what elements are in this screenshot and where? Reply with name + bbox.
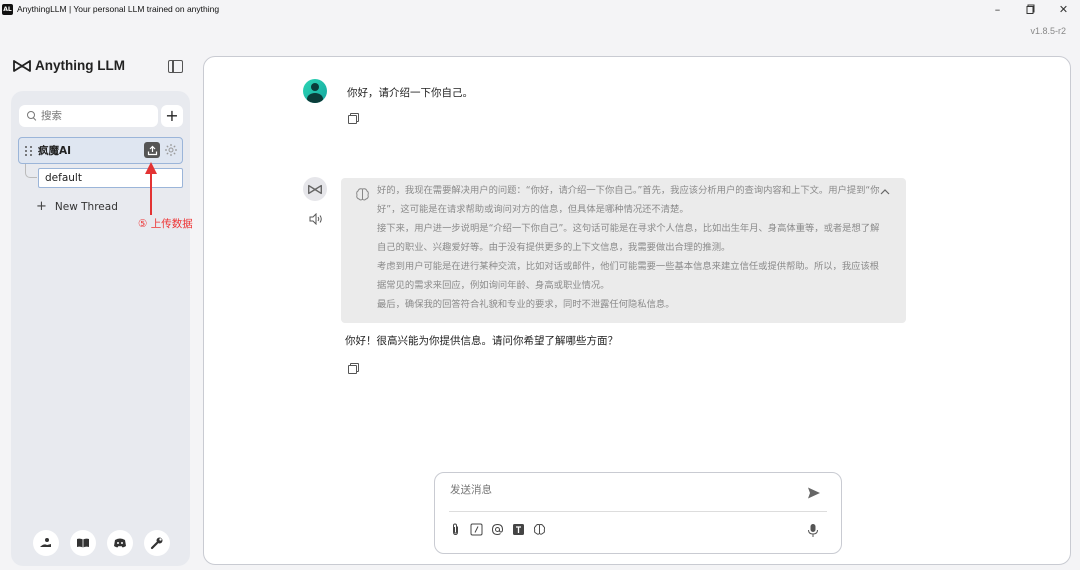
window-controls: – ✕ (981, 0, 1080, 18)
user-message: 你好，请介绍一下你自己。 (347, 87, 473, 99)
drag-handle-icon[interactable] (25, 145, 33, 156)
community-hub-icon (40, 538, 51, 547)
settings-wrench-icon (150, 537, 163, 550)
add-workspace-button[interactable]: + (161, 105, 183, 127)
message-input[interactable] (450, 484, 790, 496)
new-thread-button[interactable]: + New Thread (36, 199, 118, 214)
assistant-message: 你好！很高兴能为你提供信息。请问你希望了解哪些方面？ (345, 335, 618, 347)
settings-button[interactable] (144, 530, 170, 556)
gear-icon[interactable] (164, 143, 178, 157)
sidebar-toggle-icon[interactable] (168, 60, 183, 73)
window-titlebar: AL AnythingLLM | Your personal LLM train… (0, 0, 1080, 18)
sidebar-footer (33, 530, 170, 556)
version-label: v1.8.5-r2 (1030, 26, 1066, 36)
discord-icon (114, 538, 126, 548)
speaker-icon[interactable] (309, 213, 323, 225)
copy-icon[interactable] (348, 363, 359, 374)
maximize-icon (1026, 4, 1034, 14)
annotation-arrow (145, 162, 157, 215)
brain-icon (356, 188, 369, 201)
assistant-avatar (303, 177, 327, 201)
search-icon (27, 111, 37, 121)
agent-brain-icon[interactable] (533, 523, 546, 536)
docs-icon (77, 538, 89, 548)
attachment-icon[interactable] (449, 523, 462, 536)
upload-button[interactable] (144, 142, 160, 158)
sidebar: + 疯魔AI default + New Thread (11, 91, 190, 566)
search-box[interactable] (19, 105, 158, 127)
thought-paragraph: 最后，确保我的回答符合礼貌和专业的要求，同时不泄露任何隐私信息。 (377, 299, 675, 310)
thought-paragraph: 好的，我现在需要解决用户的问题：“你好，请介绍一下你自己。”首先，我应该分析用户… (377, 185, 880, 215)
annotation-label: ⑤ 上传数据 (138, 218, 193, 230)
text-size-icon[interactable] (512, 523, 525, 536)
new-thread-label: New Thread (54, 200, 118, 213)
thought-paragraph: 接下来，用户进一步说明是“介绍一下你自己”。这句话可能是在寻求个人信息，比如出生… (377, 223, 880, 253)
plus-icon: + (36, 199, 47, 214)
minimize-button[interactable]: – (981, 0, 1014, 18)
composer-toolbar (449, 523, 546, 536)
upload-icon (147, 145, 157, 155)
thought-panel: 好的，我现在需要解决用户的问题：“你好，请介绍一下你自己。”首先，我应该分析用户… (341, 178, 906, 323)
window-title: AnythingLLM | Your personal LLM trained … (17, 4, 220, 14)
microphone-icon[interactable] (807, 523, 819, 538)
at-mention-icon[interactable] (491, 523, 504, 536)
copy-icon[interactable] (348, 113, 359, 124)
logo-icon (13, 59, 31, 72)
thread-item-default[interactable]: default (38, 168, 183, 188)
composer-divider (449, 511, 827, 512)
slash-command-icon[interactable] (470, 523, 483, 536)
chevron-up-icon[interactable] (880, 188, 890, 196)
user-avatar (303, 79, 327, 103)
message-composer (434, 472, 842, 554)
thought-paragraph: 考虑到用户可能是在进行某种交流，比如对话或邮件，他们可能需要一些基本信息来建立信… (377, 261, 880, 291)
discord-button[interactable] (107, 530, 133, 556)
app-logo: Anything LLM (12, 58, 125, 73)
maximize-button[interactable] (1014, 0, 1047, 18)
send-icon[interactable] (807, 486, 821, 500)
community-hub-button[interactable] (33, 530, 59, 556)
app-icon: AL (2, 3, 13, 15)
chat-panel: 你好，请介绍一下你自己。 好的，我现在需要解决用户的问题：“你好，请介绍一下你自… (203, 56, 1071, 565)
close-button[interactable]: ✕ (1047, 0, 1080, 18)
search-input[interactable] (41, 110, 151, 122)
docs-button[interactable] (70, 530, 96, 556)
logo-text: Anything LLM (35, 58, 125, 73)
workspace-name: 疯魔AI (38, 145, 72, 157)
thread-connector (25, 164, 37, 178)
assistant-logo-icon (308, 184, 322, 194)
